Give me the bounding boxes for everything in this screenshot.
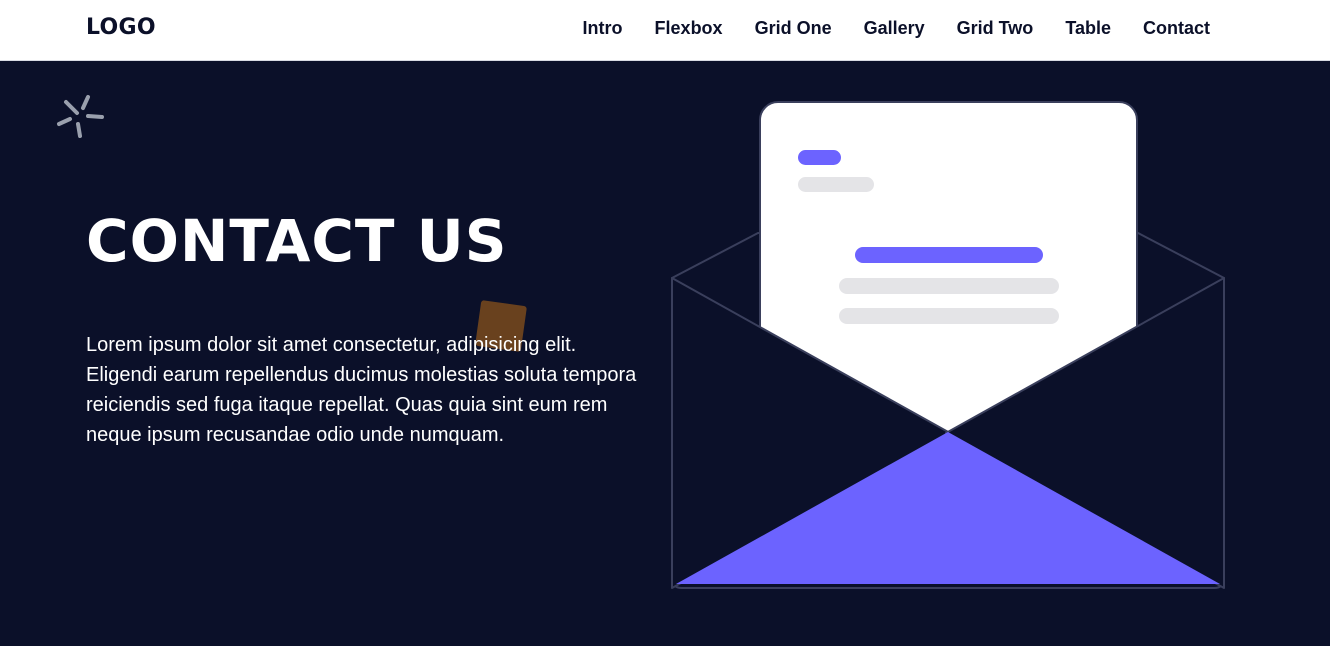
nav-link-flexbox[interactable]: Flexbox [655, 18, 723, 38]
nav-menu: Intro Flexbox Grid One Gallery Grid Two … [583, 18, 1210, 39]
top-navbar: LOGO Intro Flexbox Grid One Gallery Grid… [0, 0, 1330, 61]
nav-link-contact[interactable]: Contact [1143, 18, 1210, 38]
logo[interactable]: LOGO [86, 15, 156, 40]
sparkle-icon [57, 95, 104, 138]
envelope-letter-icon [671, 101, 1225, 589]
hero-description: Lorem ipsum dolor sit amet consectetur, … [86, 334, 637, 446]
nav-link-grid-one[interactable]: Grid One [755, 18, 832, 38]
nav-link-gallery[interactable]: Gallery [864, 18, 925, 38]
nav-link-grid-two[interactable]: Grid Two [957, 18, 1034, 38]
page-title: CONTACT US [86, 207, 508, 275]
nav-link-intro[interactable]: Intro [583, 18, 623, 38]
nav-link-table[interactable]: Table [1065, 18, 1111, 38]
